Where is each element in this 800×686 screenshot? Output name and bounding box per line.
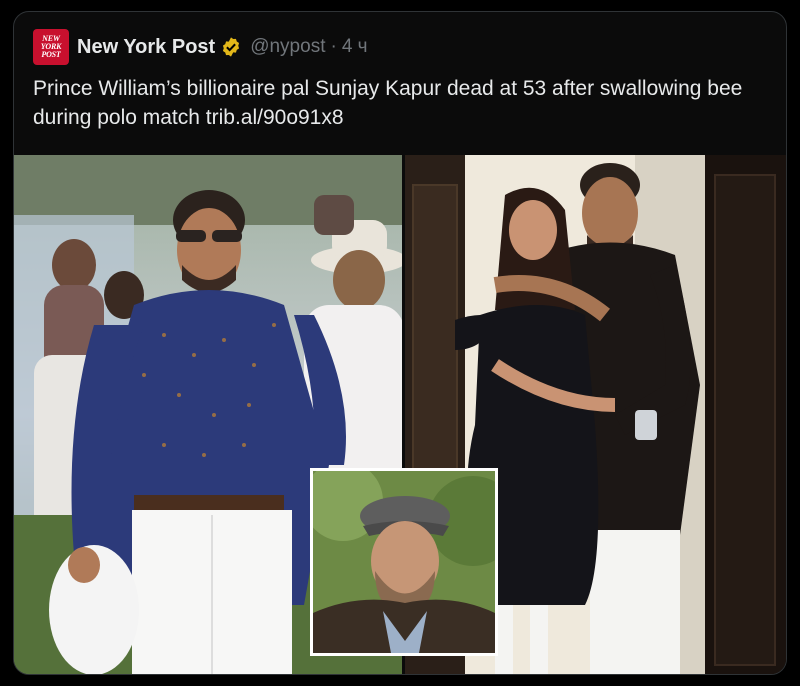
author-handle[interactable]: @nypost <box>250 36 325 58</box>
tweet-header: NEW YORK POST New York Post @nypost · 4 … <box>33 29 368 65</box>
avatar-line-3: POST <box>41 50 61 59</box>
timestamp[interactable]: 4 ч <box>342 36 368 58</box>
tweet-media[interactable] <box>14 155 786 674</box>
photo-inset[interactable] <box>310 468 498 656</box>
verified-badge-icon <box>223 37 240 57</box>
avatar[interactable]: NEW YORK POST <box>33 29 69 65</box>
separator-dot: · <box>330 36 337 57</box>
tweet-card[interactable]: NEW YORK POST New York Post @nypost · 4 … <box>13 11 787 675</box>
author-name[interactable]: New York Post <box>77 36 215 59</box>
tweet-body: Prince William’s billionaire pal Sunjay … <box>33 77 743 129</box>
tweet-text: Prince William’s billionaire pal Sunjay … <box>33 74 773 132</box>
tweet-link[interactable]: trib.al/90o91x8 <box>206 106 344 129</box>
